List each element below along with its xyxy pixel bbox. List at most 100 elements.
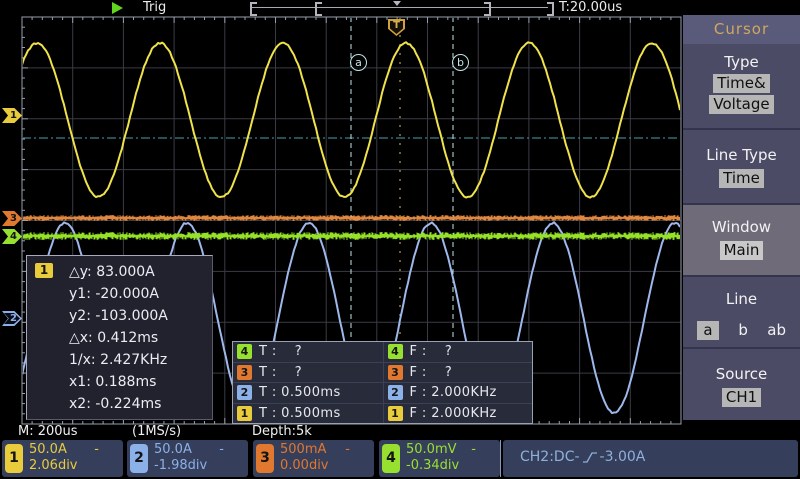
inner-left-bracket-icon bbox=[315, 2, 322, 16]
menu-item-window[interactable]: Window Main bbox=[683, 203, 800, 275]
ch3-badge: 3 bbox=[237, 365, 252, 380]
measurement-table: 4T : ? 4F : ? 3T : ? 3F : ? 2T : 0.500ms… bbox=[232, 341, 533, 424]
ch3-position: 0.00div bbox=[280, 458, 370, 474]
ch2-marker-label: 2 bbox=[10, 314, 17, 324]
window-label: Window bbox=[683, 218, 800, 236]
ch1-info-box[interactable]: 1 50.0A - 2.06div bbox=[2, 440, 123, 477]
ch2-scale: 50.0A bbox=[154, 442, 192, 458]
ch3-badge: 3 bbox=[388, 365, 403, 380]
table-row: 4T : ? 4F : ? bbox=[233, 342, 532, 362]
menu-item-type[interactable]: Type Time& Voltage bbox=[683, 53, 800, 128]
left-bracket-icon bbox=[250, 2, 257, 16]
type-label: Type bbox=[683, 53, 800, 71]
ch4-badge: 4 bbox=[237, 344, 252, 359]
line-option-ab[interactable]: ab bbox=[767, 321, 786, 340]
table-row: 2 T : 0.500ms 2 F : 2.000KHz bbox=[233, 382, 532, 403]
ch1-badge: 1 bbox=[237, 406, 252, 421]
ch4-marker-label: 4 bbox=[10, 232, 17, 242]
indicator-line bbox=[252, 7, 548, 8]
ch4-settings: 50.0mV- -0.34div bbox=[406, 442, 496, 474]
trigger-position-marker[interactable]: T bbox=[388, 19, 405, 36]
ch3-info-box[interactable]: 3 500mA - 0.00div bbox=[253, 440, 374, 477]
type-value-line2: Voltage bbox=[709, 95, 773, 114]
ch2-badge: 2 bbox=[237, 385, 252, 400]
cursor-y1: y1: -20.000A bbox=[69, 283, 208, 305]
ch1-frequency-value: F : 2.000KHz bbox=[410, 406, 497, 421]
ch1-badge: 1 bbox=[5, 444, 23, 473]
cursor-delta-y: △y: 83.000A bbox=[69, 261, 208, 283]
ch2-frequency-value: F : 2.000KHz bbox=[410, 385, 497, 400]
sample-rate-readout: (1MS/s) bbox=[132, 425, 181, 439]
rising-edge-icon bbox=[582, 451, 598, 464]
trig-status-label: Trig bbox=[143, 0, 166, 15]
ch3-position-marker[interactable]: 3 bbox=[2, 211, 22, 226]
cursor-panel-channel-badge: 1 bbox=[35, 263, 53, 278]
line-option-b[interactable]: b bbox=[738, 321, 748, 340]
ch3-settings: 500mA - 0.00div bbox=[280, 442, 370, 474]
ch2-position: -1.98div bbox=[154, 458, 244, 474]
timebase-readout: M: 200us bbox=[18, 425, 78, 439]
oscilloscope-screen: Trig T:20.00us 1 3 4 2 T a b 1 △y: 83.00… bbox=[0, 0, 800, 479]
ch4-coupling: - bbox=[471, 442, 476, 458]
ch2-info-box[interactable]: 2 50.0A - -1.98div bbox=[127, 440, 248, 477]
ch2-settings: 50.0A - -1.98div bbox=[154, 442, 244, 474]
inner-right-bracket-icon bbox=[484, 2, 491, 16]
cursor-delta-x: △x: 0.412ms bbox=[69, 327, 208, 349]
source-value: CH1 bbox=[722, 388, 761, 407]
line-type-label: Line Type bbox=[683, 146, 800, 164]
divider bbox=[500, 440, 501, 477]
ch3-marker-label: 3 bbox=[10, 214, 17, 224]
cursor-b-label[interactable]: b bbox=[452, 54, 469, 71]
line-option-a[interactable]: a bbox=[697, 321, 719, 340]
ch2-coupling: - bbox=[219, 442, 224, 458]
cursor-a-label[interactable]: a bbox=[350, 54, 367, 71]
ch1-position-marker[interactable]: 1 bbox=[2, 108, 22, 123]
trigger-info-box: CH2:DC- -3.00A bbox=[503, 440, 798, 477]
ch1-scale: 50.0A bbox=[29, 442, 67, 458]
ch4-scale: 50.0mV bbox=[406, 442, 457, 458]
cursor-x2: x2: -0.224ms bbox=[69, 393, 208, 415]
ch1-position: 2.06div bbox=[29, 458, 119, 474]
ch4-position: -0.34div bbox=[406, 458, 496, 474]
ch1-badge: 1 bbox=[388, 406, 403, 421]
line-label: Line bbox=[683, 290, 800, 308]
trigger-source-coupling: CH2:DC- bbox=[520, 449, 580, 465]
trigger-marker-label: T bbox=[393, 21, 400, 31]
line-type-value: Time bbox=[719, 169, 764, 188]
ch3-scale: 500mA bbox=[280, 442, 326, 458]
cursor-x1: x1: 0.188ms bbox=[69, 371, 208, 393]
ch2-position-marker[interactable]: 2 bbox=[2, 311, 22, 326]
ch1-settings: 50.0A - 2.06div bbox=[29, 442, 119, 474]
ch3-coupling: - bbox=[345, 442, 350, 458]
menu-title: Cursor bbox=[683, 15, 800, 44]
ch3-badge: 3 bbox=[256, 444, 274, 473]
menu-item-line-type[interactable]: Line Type Time bbox=[683, 128, 800, 203]
source-label: Source bbox=[683, 365, 800, 383]
trigger-position-pointer-icon bbox=[393, 1, 401, 6]
ch4-badge: 4 bbox=[382, 444, 400, 473]
top-bar: Trig T:20.00us bbox=[0, 0, 800, 15]
ch4-info-box[interactable]: 4 50.0mV- -0.34div bbox=[379, 440, 500, 477]
window-value: Main bbox=[720, 241, 764, 260]
ch1-coupling: - bbox=[94, 442, 99, 458]
table-row: 1 T : 0.500ms 1 F : 2.000KHz bbox=[233, 403, 532, 424]
horizontal-offset-readout: T:20.00us bbox=[559, 0, 622, 15]
cursor-inverse-dx: 1/x: 2.427KHz bbox=[69, 349, 208, 371]
run-state-play-icon bbox=[112, 2, 123, 14]
ch4-frequency-value: F : ? bbox=[410, 344, 453, 359]
ch3-period-value: T : ? bbox=[259, 365, 302, 380]
trigger-level-value: -3.00A bbox=[600, 449, 646, 465]
ch1-period-value: T : 0.500ms bbox=[259, 406, 341, 421]
ch2-badge: 2 bbox=[388, 385, 403, 400]
ch4-period-value: T : ? bbox=[259, 344, 302, 359]
menu-item-source[interactable]: Source CH1 bbox=[683, 347, 800, 429]
menu-item-line[interactable]: Line a b ab bbox=[683, 275, 800, 347]
ch2-period-value: T : 0.500ms bbox=[259, 385, 341, 400]
type-value-line1: Time& bbox=[713, 74, 769, 93]
table-row: 3T : ? 3F : ? bbox=[233, 362, 532, 383]
ch4-position-marker[interactable]: 4 bbox=[2, 229, 22, 244]
depth-readout: Depth:5k bbox=[252, 425, 312, 439]
ch2-badge: 2 bbox=[130, 444, 148, 473]
cursor-y2: y2: -103.000A bbox=[69, 305, 208, 327]
cursor-menu: Cursor Type Time& Voltage Line Type Time… bbox=[683, 15, 800, 420]
